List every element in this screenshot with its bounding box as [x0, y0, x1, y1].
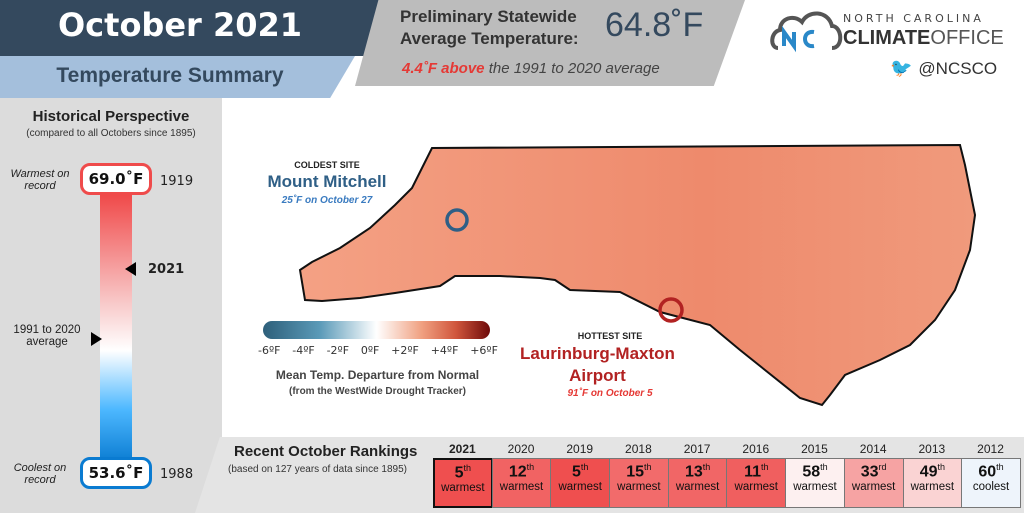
- ranking-year: 2020: [507, 442, 535, 456]
- ranking-cell: 58th warmest: [785, 458, 845, 508]
- ranking-cell: 15th warmest: [609, 458, 669, 508]
- rank-suffix: th: [760, 462, 769, 472]
- coldest-name: Mount Mitchell: [267, 172, 387, 191]
- coldest-detail: 25˚F on October 27: [281, 195, 373, 206]
- rank-label: coolest: [972, 481, 1010, 494]
- rank-label: warmest: [851, 481, 896, 494]
- rank-label: warmest: [734, 481, 778, 494]
- legend-tick: +4ºF: [430, 344, 459, 357]
- legend-tick: -2ºF: [326, 344, 350, 357]
- ranking-column: 2019 5th warmest: [550, 440, 611, 508]
- rank-number: 11: [744, 463, 761, 481]
- ranking-column: 2016 11th warmest: [726, 440, 787, 508]
- ranking-cell: 5th warmest: [550, 458, 611, 508]
- rank-label: warmest: [499, 481, 544, 494]
- rankings-title: Recent October Rankings: [234, 443, 418, 460]
- rank-suffix: rd: [878, 462, 887, 472]
- ranking-year: 2021: [448, 442, 476, 456]
- coldest-heading: COLDEST SITE: [294, 160, 360, 170]
- rank-number: 49: [919, 463, 938, 481]
- rank-label: warmest: [793, 481, 837, 494]
- ranking-column: 2020 12th warmest: [491, 440, 552, 508]
- rank-number: 5: [572, 463, 581, 481]
- ranking-year: 2018: [625, 442, 652, 456]
- rank-suffix: th: [463, 463, 472, 473]
- ranking-year: 2016: [742, 442, 770, 456]
- rank-number: 33: [860, 463, 879, 481]
- rankings-subtitle: (based on 127 years of data since 1895): [228, 464, 408, 475]
- rank-number: 12: [508, 463, 527, 481]
- legend-tick: -4ºF: [292, 344, 315, 357]
- legend-tick: 0ºF: [360, 344, 380, 357]
- legend-tick: +6ºF: [470, 344, 498, 357]
- hottest-name: Laurinburg-Maxton Airport: [520, 344, 675, 385]
- nc-temperature-map: [298, 143, 977, 407]
- rank-suffix: th: [996, 462, 1004, 472]
- legend-tick: -6ºF: [258, 344, 281, 357]
- rank-label: warmest: [441, 482, 485, 495]
- rank-label: warmest: [675, 481, 720, 494]
- ranking-cell: 13th warmest: [667, 458, 728, 508]
- rank-label: warmest: [617, 481, 661, 494]
- ranking-year: 2019: [566, 442, 594, 456]
- ranking-column: 2017 13th warmest: [667, 440, 728, 508]
- rank-label: warmest: [558, 481, 602, 494]
- rank-suffix: th: [580, 462, 589, 472]
- ranking-cell: 33rd warmest: [843, 458, 904, 508]
- legend-title: Mean Temp. Departure from Normal: [275, 368, 480, 382]
- ranking-year: 2014: [859, 442, 887, 456]
- ranking-cell: 60th coolest: [961, 458, 1021, 508]
- legend-ticks: -6ºF -4ºF -2ºF 0ºF +2ºF +4ºF +6ºF: [258, 344, 498, 357]
- rank-suffix: th: [526, 462, 535, 472]
- rank-suffix: th: [702, 462, 711, 472]
- rank-label: warmest: [910, 481, 955, 494]
- rank-suffix: th: [937, 462, 945, 472]
- rankings-table: 2021 5th warmest 2020 12th warmest 2019 5t…: [433, 440, 1021, 508]
- rank-number: 60: [978, 463, 997, 481]
- ranking-cell: 11th warmest: [726, 458, 787, 508]
- ranking-column: 2021 5th warmest: [433, 440, 493, 508]
- hottest-heading: HOTTEST SITE: [577, 331, 643, 341]
- ranking-year: 2012: [977, 442, 1004, 456]
- rank-suffix: th: [644, 462, 652, 472]
- ranking-column: 2014 33rd warmest: [843, 440, 904, 508]
- ranking-cell: 12th warmest: [491, 458, 552, 508]
- legend-color-scale: [263, 321, 490, 339]
- ranking-cell: 49th warmest: [902, 458, 963, 508]
- rank-suffix: th: [820, 462, 828, 472]
- ranking-cell: 5th warmest: [433, 458, 493, 508]
- hottest-detail: 91˚F on October 5: [567, 388, 653, 399]
- ranking-year: 2017: [683, 442, 711, 456]
- rank-number: 5: [454, 464, 464, 482]
- ranking-year: 2013: [918, 442, 946, 456]
- legend-source: (from the WestWide Drought Tracker): [289, 386, 466, 397]
- rank-number: 58: [802, 463, 821, 481]
- ranking-year: 2015: [801, 442, 828, 456]
- ranking-column: 2015 58th warmest: [785, 440, 845, 508]
- ranking-column: 2013 49th warmest: [902, 440, 963, 508]
- legend-tick: +2ºF: [391, 344, 419, 357]
- ranking-column: 2018 15th warmest: [609, 440, 669, 508]
- rank-number: 13: [684, 463, 703, 481]
- rank-number: 15: [626, 463, 645, 481]
- ranking-column: 2012 60th coolest: [961, 440, 1021, 508]
